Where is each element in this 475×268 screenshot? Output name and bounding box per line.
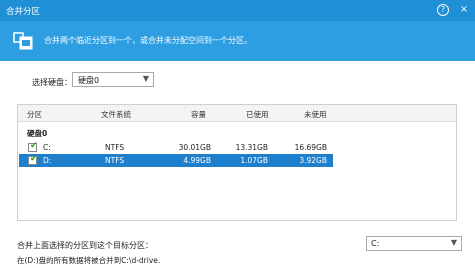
column-header-partition: 分区: [27, 110, 42, 119]
partition-checkbox[interactable]: ✔: [28, 141, 38, 152]
partition-name: C:: [43, 143, 51, 152]
partition-filesystem: NTFS: [105, 156, 125, 165]
chevron-down-icon: ▼: [142, 74, 149, 83]
partition-filesystem: NTFS: [105, 143, 125, 152]
partition-free: 16.69GB: [294, 143, 327, 152]
partition-name: D:: [43, 156, 52, 165]
merge-partitions-icon: [13, 32, 33, 50]
table-header: 分区 文件系统 容量 已使用 未使用: [18, 105, 456, 122]
check-icon: ✔: [30, 141, 38, 151]
chevron-down-icon: ▼: [450, 238, 457, 247]
target-partition-value: C:: [371, 239, 380, 248]
window-title: 合并分区: [6, 7, 41, 17]
column-header-used: 已使用: [246, 110, 269, 119]
disk-select[interactable]: 硬盘0 ▼: [72, 72, 154, 87]
partition-free: 3.92GB: [299, 156, 327, 165]
title-bar: 合并分区 ? ×: [0, 0, 475, 21]
help-icon[interactable]: ?: [437, 4, 449, 16]
close-icon[interactable]: ×: [457, 3, 471, 17]
partition-capacity: 30.01GB: [178, 143, 211, 152]
banner-text: 合并两个临近分区到一个，或合并未分配空间到一个分区。: [44, 36, 252, 45]
table-row-selected[interactable]: ✔ D: NTFS 4.99GB 1.07GB 3.92GB: [19, 154, 333, 167]
disk-select-value: 硬盘0: [78, 76, 100, 85]
check-icon: ✔: [30, 154, 38, 164]
column-header-capacity: 容量: [191, 110, 206, 119]
partition-capacity: 4.99GB: [183, 156, 211, 165]
column-header-free: 未使用: [304, 110, 327, 119]
partition-used: 13.31GB: [235, 143, 268, 152]
info-banner: 合并两个临近分区到一个，或合并未分配空间到一个分区。: [0, 21, 475, 61]
partition-table: 分区 文件系统 容量 已使用 未使用 硬盘0 ✔ C: NTFS 30.01GB…: [17, 104, 457, 221]
target-partition-select[interactable]: C: ▼: [366, 236, 462, 251]
disk-group-label: 硬盘0: [27, 129, 48, 138]
partition-used: 1.07GB: [240, 156, 268, 165]
merge-target-label: 合并上面选择的分区到这个目标分区：: [17, 241, 153, 250]
partition-checkbox[interactable]: ✔: [28, 154, 38, 165]
column-header-filesystem: 文件系统: [101, 110, 131, 119]
table-row[interactable]: ✔ C: NTFS 30.01GB 13.31GB 16.69GB: [19, 141, 333, 154]
disk-select-label: 选择硬盘：: [32, 78, 72, 87]
merge-note: 在(D:)盘的所有数据将被合并到C:\d-drive.: [17, 256, 161, 265]
